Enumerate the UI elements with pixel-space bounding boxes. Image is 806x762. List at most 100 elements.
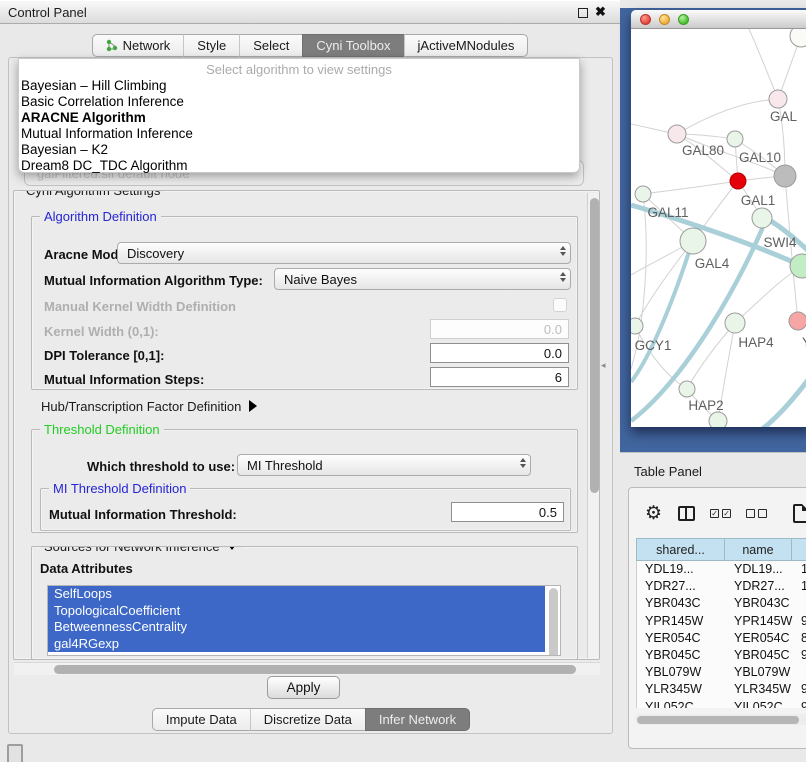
aracne-mode-value: Discovery [127,246,184,261]
collapse-down-icon [226,546,238,550]
combo-spinner-icon [520,458,526,468]
algorithm-option[interactable]: Basic Correlation Inference [19,94,579,110]
table-cell: YPR145W [726,613,793,630]
tab-discretize-data[interactable]: Discretize Data [250,708,365,731]
expand-right-icon [249,400,257,412]
network-node-label: GCY1 [635,338,672,353]
network-node-GAL11[interactable] [635,186,651,202]
mi-steps-input[interactable] [430,367,569,387]
aracne-mode-combo[interactable]: Discovery [117,242,571,264]
network-node-label: GAL80 [682,143,724,158]
table-row[interactable]: YBR045CYBR045C9. [637,647,806,664]
column-header-shared[interactable]: shared... [636,538,725,561]
network-window: GALGAL80GAL10GAL1GAL11SWI4GAL4GCY1HAP4YH… [631,10,806,427]
table-row[interactable]: YIL052CYIL052C9 [637,699,806,709]
network-window-titlebar[interactable] [631,10,806,29]
settings-vertical-scrollbar[interactable] [587,193,600,658]
table-row[interactable]: YBR043CYBR043C [637,595,806,612]
table-row[interactable]: YPR145WYPR145W9. [637,613,806,630]
network-node-top-partial[interactable] [790,29,806,47]
table-row[interactable]: YDL19...YDL19...13 [637,561,806,578]
tab-jactivemnodules[interactable]: jActiveMNodules [404,34,529,57]
data-attribute-item[interactable]: gal4RGexp [48,636,545,653]
network-node-GAL10[interactable] [727,131,743,147]
network-node-gray[interactable] [774,165,796,187]
close-traffic-light-icon[interactable] [640,14,651,25]
panel-divider-arrow[interactable]: ◂ [601,360,606,371]
algorithm-definition-group: Algorithm Definition Aracne Mode: Discov… [31,216,578,390]
select-none-icon[interactable] [746,509,767,518]
which-threshold-combo[interactable]: MI Threshold [237,454,531,476]
attributes-scrollbar[interactable] [549,588,558,656]
cyni-toolbox-panel: galFiltered.sif default node Select algo… [8,57,613,734]
algorithm-option[interactable]: Dream8 DC_TDC Algorithm [19,158,579,174]
apply-button[interactable]: Apply [267,676,340,699]
tab-infer-network[interactable]: Infer Network [365,708,470,731]
float-window-icon[interactable] [578,8,588,18]
data-attribute-item[interactable]: TopologicalCoefficient [48,603,545,620]
network-node-GCY1[interactable] [631,318,643,334]
dpi-tolerance-input[interactable] [430,343,569,363]
scrollbar-thumb[interactable] [637,716,799,724]
network-node-SWI4-small[interactable] [752,208,772,228]
mi-threshold-input[interactable] [451,502,564,522]
columns-icon[interactable] [678,506,695,521]
network-edge[interactable] [687,323,735,389]
tab-style[interactable]: Style [183,34,239,57]
mi-algorithm-type-combo[interactable]: Naive Bayes [274,268,571,290]
table-horizontal-scrollbar[interactable] [635,714,806,725]
mi-threshold-label: Mutual Information Threshold: [49,507,237,522]
tab-select[interactable]: Select [239,34,302,57]
network-node-GAL80[interactable] [668,125,686,143]
network-node-GAL1[interactable] [730,173,746,189]
table-row[interactable]: YER054CYER054C8. [637,630,806,647]
tab-impute-data[interactable]: Impute Data [152,708,250,731]
tab-cyni-toolbox[interactable]: Cyni Toolbox [302,34,403,57]
table-cell: YBR045C [726,647,793,664]
network-edge[interactable] [749,29,778,99]
table-cell: YIL052C [726,699,793,709]
minimized-panel-icon[interactable] [7,744,23,762]
settings-horizontal-scrollbar[interactable] [14,662,600,675]
zoom-traffic-light-icon[interactable] [678,14,689,25]
algorithm-option[interactable]: Bayesian – Hill Climbing [19,78,579,94]
new-table-icon[interactable] [793,504,806,523]
data-attribute-item[interactable]: SelfLoops [48,586,545,603]
kernel-width-input[interactable] [430,319,569,339]
network-node-bottom-partial[interactable] [709,412,727,427]
table-row[interactable]: YLR345WYLR345W9. [637,681,806,698]
network-node-GAL[interactable] [769,90,787,108]
table-row[interactable]: YDR27...YDR27...12 [637,578,806,595]
network-edge-highlighted[interactable] [761,369,806,427]
scrollbar-thumb[interactable] [54,665,576,674]
network-node-salmon[interactable] [789,312,806,330]
network-edge[interactable] [635,241,693,326]
manual-kernel-checkbox[interactable] [553,298,567,312]
network-node-HAP4[interactable] [725,313,745,333]
network-edge[interactable] [635,326,687,389]
table-cell: YDR27... [726,578,793,595]
column-header-name[interactable]: name [725,538,792,561]
network-node-GAL4[interactable] [680,228,706,254]
algorithm-option[interactable]: Bayesian – K2 [19,142,579,158]
minimize-traffic-light-icon[interactable] [659,14,670,25]
manual-kernel-label: Manual Kernel Width Definition [44,299,236,314]
select-all-checked-icon[interactable]: ✓✓ [710,509,731,518]
algorithm-option[interactable]: ARACNE Algorithm [19,110,579,126]
data-attribute-item[interactable]: BetweennessCentrality [48,619,545,636]
table-row[interactable]: YBL079WYBL079W [637,664,806,681]
tab-network[interactable]: Network [92,34,184,57]
algorithm-option[interactable]: Mutual Information Inference [19,126,579,142]
network-edge[interactable] [677,99,778,134]
gear-icon[interactable]: ⚙ [645,504,662,523]
hub-definition-expander[interactable]: Hub/Transcription Factor Definition [41,399,257,414]
column-header-partial[interactable]: A [792,538,806,561]
close-icon[interactable]: ✖ [595,4,606,20]
network-node-HAP2[interactable] [679,381,695,397]
mi-threshold-group-title: MI Threshold Definition [49,481,190,496]
scrollbar-thumb[interactable] [590,198,599,493]
sources-group-title[interactable]: Sources for Network Inference [40,546,242,554]
network-canvas[interactable]: GALGAL80GAL10GAL1GAL11SWI4GAL4GCY1HAP4YH… [631,29,806,427]
sources-title-text: Sources for Network Inference [44,546,220,554]
network-edge[interactable] [643,181,738,194]
